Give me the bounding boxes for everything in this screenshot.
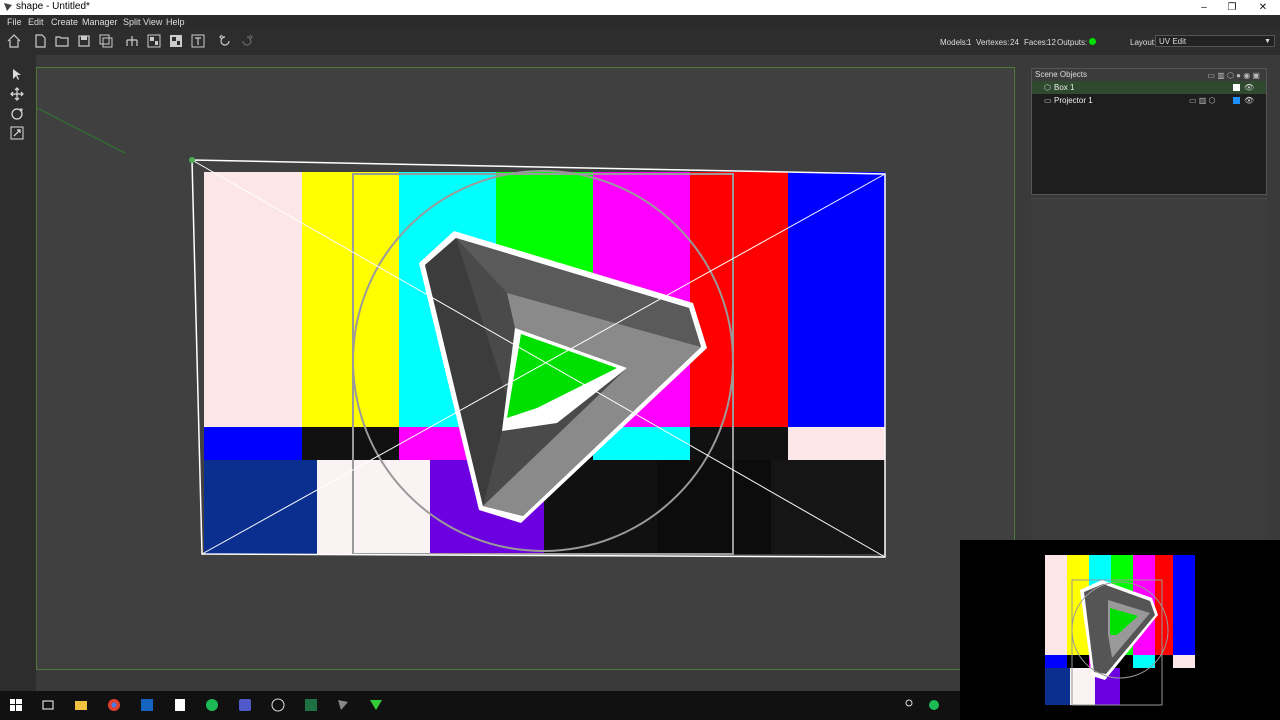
- chevron-down-icon: ▼: [1264, 38, 1271, 45]
- file-explorer-icon[interactable]: [74, 698, 88, 712]
- scale-icon[interactable]: [10, 126, 24, 140]
- menu-help[interactable]: Help: [166, 17, 185, 27]
- save-as-icon[interactable]: [99, 34, 113, 48]
- app-logo-icon: [4, 3, 12, 11]
- models-count: 1: [967, 38, 972, 47]
- menu-file[interactable]: File: [7, 17, 22, 27]
- minimize-button[interactable]: –: [1190, 0, 1218, 15]
- group-icon[interactable]: [147, 34, 161, 48]
- scene-item-projector-1[interactable]: ▭ Projector 1 ▭ ▥ ⬡ 👁: [1032, 94, 1266, 107]
- chrome-icon[interactable]: [107, 698, 121, 712]
- scene-item-label: Box 1: [1054, 83, 1075, 92]
- faces-label: Faces:: [1024, 38, 1049, 47]
- excel-icon[interactable]: [304, 698, 318, 712]
- title-bar: shape - Untitled* – ❐ ✕: [0, 0, 1280, 15]
- uv-edit-viewport[interactable]: [36, 67, 1015, 670]
- home-icon[interactable]: [7, 34, 21, 48]
- color-swatch[interactable]: [1233, 97, 1240, 104]
- teams-icon[interactable]: [238, 698, 252, 712]
- scene-objects-panel: Scene Objects ▭ ▥ ⬡ ● ◉ ▣ ⬡ Box 1 👁 ▭ Pr…: [1031, 68, 1267, 195]
- tool-palette: [0, 55, 36, 691]
- projector-icon: ▭: [1044, 96, 1052, 105]
- open-folder-icon[interactable]: [55, 34, 69, 48]
- menu-split-view[interactable]: Split View: [123, 17, 162, 27]
- preview-canvas: [1045, 555, 1195, 706]
- task-view-icon[interactable]: [41, 698, 55, 712]
- outputs-status-indicator: [1089, 38, 1096, 45]
- uv-canvas[interactable]: [37, 68, 1015, 670]
- menu-edit[interactable]: Edit: [28, 17, 44, 27]
- faces-count: 12: [1047, 38, 1056, 47]
- outputs-label: Outputs:: [1057, 38, 1088, 47]
- eye-icon[interactable]: 👁: [1244, 81, 1254, 94]
- redo-icon[interactable]: [240, 34, 254, 48]
- vector-app-icon[interactable]: [369, 698, 383, 712]
- ungroup-icon[interactable]: [169, 34, 183, 48]
- properties-panel: [1031, 198, 1267, 599]
- scene-objects-header: Scene Objects ▭ ▥ ⬡ ● ◉ ▣: [1032, 69, 1266, 81]
- eye-icon[interactable]: 👁: [1244, 94, 1254, 107]
- move-icon[interactable]: [10, 87, 24, 101]
- rotate-icon[interactable]: [10, 107, 24, 121]
- windows-start-icon[interactable]: [9, 698, 23, 712]
- spotify-tray-icon[interactable]: [927, 698, 941, 712]
- menu-bar: File Edit Create Manager Split View Help: [0, 15, 1280, 29]
- save-icon[interactable]: [77, 34, 91, 48]
- undo-icon[interactable]: [218, 34, 232, 48]
- layout-dropdown[interactable]: UV Edit ▼: [1155, 35, 1275, 47]
- layout-value: UV Edit: [1159, 37, 1187, 46]
- shape-app-icon[interactable]: [336, 698, 350, 712]
- vertexes-label: Vertexes:: [976, 38, 1010, 47]
- models-label: Models:: [940, 38, 969, 47]
- scene-objects-title: Scene Objects: [1035, 70, 1088, 79]
- maximize-button[interactable]: ❐: [1218, 0, 1246, 15]
- people-icon[interactable]: [902, 698, 916, 712]
- toolbar: Models: 1 Vertexes: 24 Faces: 12 Outputs…: [0, 29, 1280, 55]
- outlook-icon[interactable]: [140, 698, 154, 712]
- select-arrow-icon[interactable]: [10, 68, 24, 82]
- color-swatch[interactable]: [1233, 84, 1240, 91]
- spotify-icon[interactable]: [205, 698, 219, 712]
- scene-item-label: Projector 1: [1054, 96, 1093, 105]
- close-button[interactable]: ✕: [1249, 0, 1277, 15]
- vertexes-count: 24: [1010, 38, 1019, 47]
- notes-icon[interactable]: [173, 698, 187, 712]
- layout-label: Layout:: [1130, 38, 1157, 47]
- transform-icon[interactable]: [191, 34, 205, 48]
- hierarchy-icon[interactable]: [125, 34, 139, 48]
- menu-manager[interactable]: Manager: [82, 17, 118, 27]
- item-tools[interactable]: ▭ ▥ ⬡: [1189, 94, 1216, 107]
- new-file-icon[interactable]: [33, 34, 47, 48]
- window-title: shape - Untitled*: [16, 1, 90, 12]
- menu-create[interactable]: Create: [51, 17, 78, 27]
- cube-icon: ⬡: [1044, 83, 1051, 92]
- obs-icon[interactable]: [271, 698, 285, 712]
- output-preview: [960, 540, 1280, 720]
- scene-item-box-1[interactable]: ⬡ Box 1 👁: [1032, 81, 1266, 94]
